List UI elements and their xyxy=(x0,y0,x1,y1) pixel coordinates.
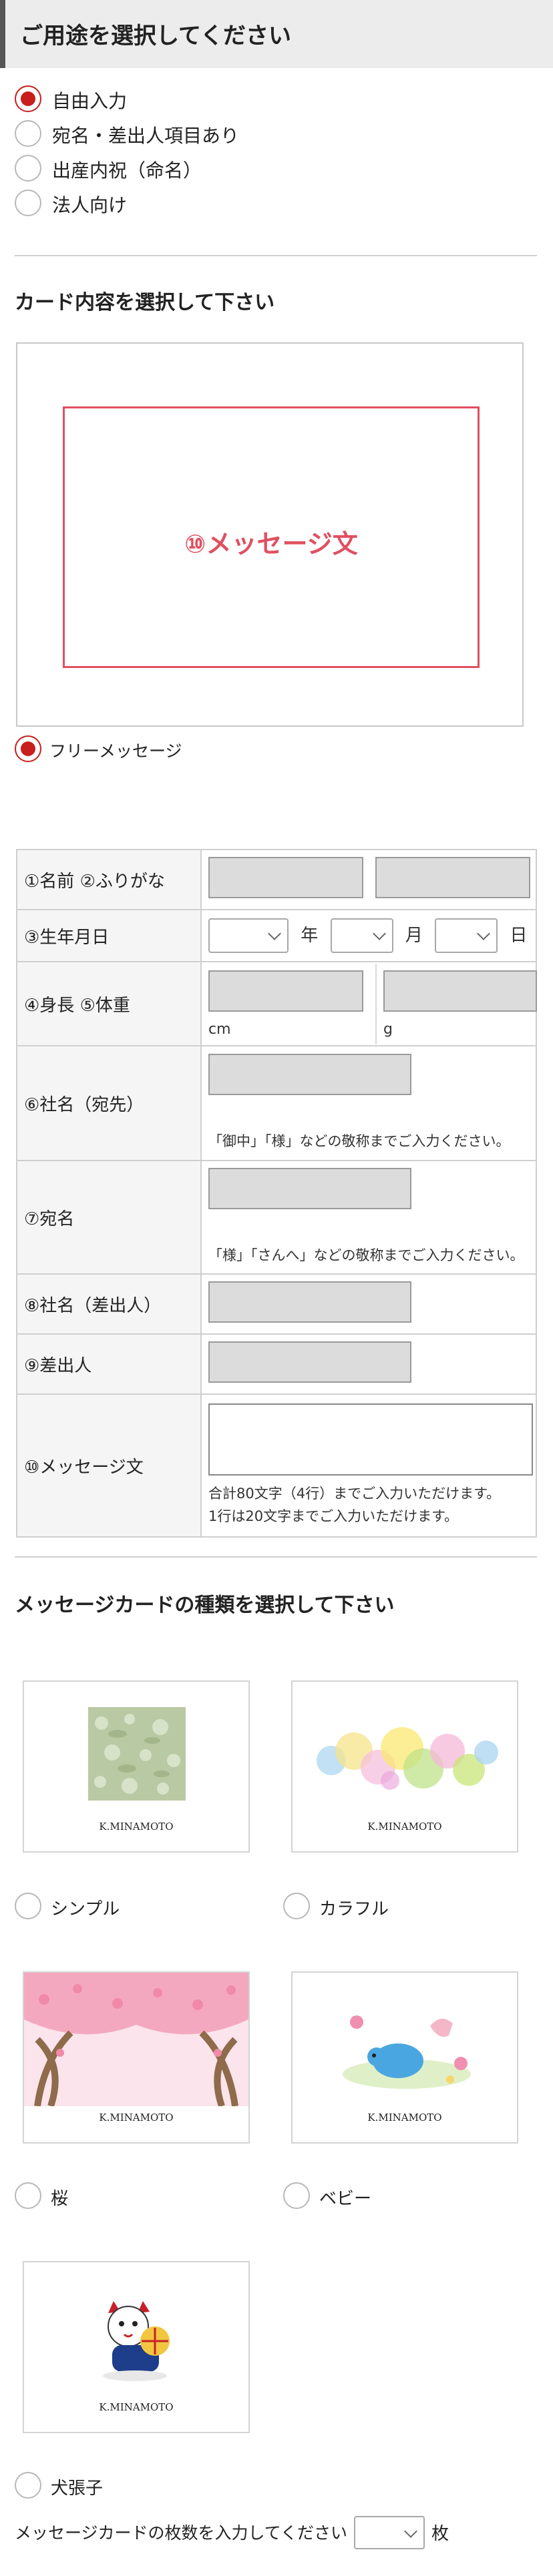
card-type-title: メッセージカードの種類を選択して下さい xyxy=(15,1594,395,1617)
radio-label-free-input: 自由入力 xyxy=(52,90,128,112)
message-textarea[interactable] xyxy=(208,1403,533,1476)
card-image-colorful[interactable]: K.MINAMOTO xyxy=(291,1680,518,1853)
card-image-sakura[interactable]: K.MINAMOTO xyxy=(23,1971,250,2144)
address-input[interactable] xyxy=(208,1168,411,1209)
brand-logo: K.MINAMOTO xyxy=(367,2112,442,2124)
radio-corporate[interactable] xyxy=(15,190,41,216)
radio-free-input[interactable] xyxy=(15,85,41,112)
inu-hariko-image xyxy=(103,2301,170,2381)
company-note: 「御中」「様」などの敬称までご入力ください。 xyxy=(208,1133,510,1149)
radio-address-sender[interactable] xyxy=(15,120,41,147)
radio-sakura[interactable] xyxy=(15,2182,41,2209)
height-input[interactable] xyxy=(208,970,363,1012)
day-select[interactable] xyxy=(435,918,498,953)
card-content-title: カード内容を選択して下さい xyxy=(15,291,275,314)
radio-label-simple: シンプル xyxy=(51,1899,120,1919)
radio-label-inu-hariko: 犬張子 xyxy=(51,2479,104,2499)
message-note-1: 合計80文字（4行）までご入力いただけます。 xyxy=(208,1486,500,1502)
card-preview-text: ⑩メッセージ文 xyxy=(184,529,358,559)
message-note-2: 1行は20文字までご入力いただけます。 xyxy=(208,1508,458,1524)
furigana-input[interactable] xyxy=(375,857,530,898)
usage-section-header: ご用途を選択してください xyxy=(0,0,553,68)
radio-birth-gift[interactable] xyxy=(15,155,41,182)
radio-label-address-sender: 宛名・差出人項目あり xyxy=(52,125,240,147)
cherry-blossom-image xyxy=(24,1973,248,2106)
year-unit: 年 xyxy=(301,925,319,946)
radio-label-colorful: カラフル xyxy=(319,1899,389,1919)
address-note: 「様」「さんへ」などの敬称までご入力ください。 xyxy=(208,1247,524,1263)
radio-label-sakura: 桜 xyxy=(51,2189,69,2209)
brand-logo: K.MINAMOTO xyxy=(99,1821,174,1833)
radio-label-free-message: フリーメッセージ xyxy=(49,741,182,761)
baby-toys-image xyxy=(343,2015,471,2089)
year-select[interactable] xyxy=(208,918,289,953)
divider xyxy=(15,1556,537,1558)
brand-logo: K.MINAMOTO xyxy=(367,1821,442,1833)
company-label: ⑥社名（宛先） xyxy=(16,1045,202,1161)
brand-logo: K.MINAMOTO xyxy=(99,2401,174,2413)
divider xyxy=(15,255,537,256)
radio-inu-hariko[interactable] xyxy=(15,2472,41,2499)
weight-unit: g xyxy=(383,1020,393,1038)
floral-pattern-image xyxy=(88,1707,186,1801)
sender-company-input[interactable] xyxy=(208,1281,411,1323)
sender-input[interactable] xyxy=(208,1341,411,1383)
weight-input[interactable] xyxy=(383,970,537,1012)
usage-section-title: ご用途を選択してください xyxy=(20,23,291,49)
card-image-inu-hariko[interactable]: K.MINAMOTO xyxy=(23,2261,250,2433)
radio-colorful[interactable] xyxy=(283,1893,310,1919)
message-form-table: ①名前 ②ふりがな ③生年月日 年 月 日 ④身長 ⑤体重 cm g ⑥社名（宛… xyxy=(16,849,537,1538)
card-preview: ⑩メッセージ文 xyxy=(16,342,524,727)
height-unit: cm xyxy=(208,1020,231,1038)
radio-label-birth-gift: 出産内祝（命名） xyxy=(52,159,202,182)
sender-company-label: ⑧社名（差出人） xyxy=(16,1273,202,1335)
card-image-simple[interactable]: K.MINAMOTO xyxy=(23,1680,250,1853)
company-input[interactable] xyxy=(208,1054,411,1095)
quantity-unit: 枚 xyxy=(431,2524,449,2544)
brand-logo: K.MINAMOTO xyxy=(99,2112,174,2124)
radio-label-corporate: 法人向け xyxy=(52,194,128,216)
quantity-select[interactable] xyxy=(354,2516,425,2549)
month-unit: 月 xyxy=(405,925,423,946)
name-input[interactable] xyxy=(208,857,363,898)
address-label: ⑦宛名 xyxy=(16,1160,202,1275)
radio-simple[interactable] xyxy=(15,1893,41,1919)
month-select[interactable] xyxy=(330,918,393,953)
sender-label: ⑨差出人 xyxy=(16,1333,202,1395)
colorful-bubbles-image xyxy=(317,1727,498,1790)
birthdate-label: ③生年月日 xyxy=(16,909,202,962)
height-weight-label: ④身長 ⑤体重 xyxy=(16,961,202,1046)
name-label: ①名前 ②ふりがな xyxy=(16,849,202,910)
day-unit: 日 xyxy=(510,925,528,946)
radio-baby[interactable] xyxy=(283,2182,310,2209)
radio-label-baby: ベビー xyxy=(319,2189,372,2209)
card-preview-frame: ⑩メッセージ文 xyxy=(63,406,480,668)
quantity-label: メッセージカードの枚数を入力してください xyxy=(15,2523,348,2543)
message-label: ⑩メッセージ文 xyxy=(16,1393,202,1538)
radio-free-message[interactable] xyxy=(15,735,41,762)
card-image-baby[interactable]: K.MINAMOTO xyxy=(291,1971,518,2144)
